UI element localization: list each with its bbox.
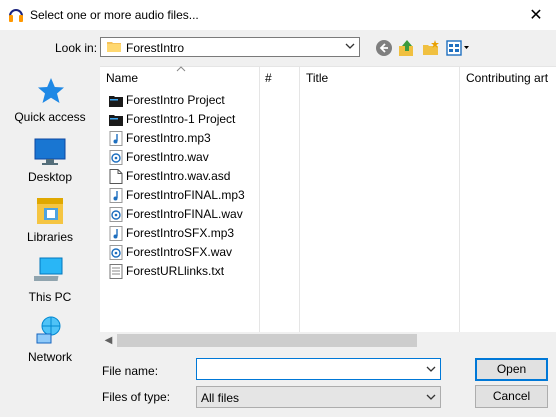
scrollbar-thumb[interactable]: [117, 334, 417, 347]
files-of-type-label: Files of type:: [102, 390, 171, 404]
file-name: ForestIntroFINAL.mp3: [126, 188, 245, 202]
place-label: Libraries: [26, 230, 74, 244]
audacity-app-icon: [9, 9, 23, 22]
text-file-icon: [109, 264, 123, 279]
list-item[interactable]: ForestIntro.mp3: [106, 129, 266, 148]
chevron-down-icon: [345, 43, 355, 49]
horizontal-scrollbar[interactable]: ◀: [100, 332, 556, 349]
chevron-down-icon[interactable]: [426, 364, 436, 374]
file-name: ForestURLlinks.txt: [126, 264, 225, 278]
place-label: Quick access: [14, 110, 86, 124]
column-header-name[interactable]: Name: [106, 71, 138, 85]
wav-file-icon: [109, 150, 123, 165]
place-this-pc[interactable]: This PC: [0, 254, 100, 306]
list-item[interactable]: ForestIntro.wav.asd: [106, 167, 266, 186]
place-quick-access[interactable]: Quick access: [0, 74, 100, 126]
place-label: Desktop: [27, 170, 73, 184]
list-item[interactable]: ForestURLlinks.txt: [106, 262, 266, 281]
sort-ascending-icon: [176, 66, 186, 72]
list-item[interactable]: ForestIntroSFX.wav: [106, 243, 266, 262]
computer-icon: [34, 257, 63, 281]
star-icon: [38, 78, 64, 103]
list-item[interactable]: ForestIntroFINAL.mp3: [106, 186, 266, 205]
network-icon: [36, 316, 61, 344]
mp3-file-icon: [109, 226, 123, 241]
place-label: Network: [27, 350, 72, 364]
wav-file-icon: [109, 207, 123, 222]
list-item[interactable]: ForestIntroFINAL.wav: [106, 205, 266, 224]
generic-file-icon: [109, 169, 123, 184]
look-in-label: Look in:: [55, 41, 98, 55]
places-bar: Quick access Desktop Libraries This PC N…: [0, 60, 100, 364]
column-header-contributing-artists[interactable]: Contributing art: [466, 71, 548, 85]
folder-dark-icon: [109, 115, 123, 126]
title-bar: Select one or more audio files... ✕: [0, 0, 556, 30]
scroll-left-icon[interactable]: ◀: [100, 332, 117, 349]
column-header-number[interactable]: #: [265, 71, 272, 85]
view-menu-icon[interactable]: [446, 39, 470, 57]
files-of-type-dropdown[interactable]: All files: [196, 386, 441, 408]
file-list[interactable]: Name # Title Contributing art ForestIntr…: [100, 66, 556, 333]
chevron-down-icon: [426, 394, 436, 400]
window-title: Select one or more audio files...: [30, 8, 199, 22]
file-name-input[interactable]: [196, 358, 441, 380]
file-name: ForestIntroFINAL.wav: [126, 207, 243, 221]
file-name: ForestIntroSFX.wav: [126, 245, 233, 259]
list-item[interactable]: ForestIntro-1 Project: [106, 110, 266, 129]
mp3-file-icon: [109, 188, 123, 203]
libraries-icon: [37, 198, 63, 224]
file-name-label: File name:: [102, 364, 159, 378]
folder-dark-icon: [109, 96, 123, 107]
files-of-type-value: All files: [201, 391, 240, 405]
close-button[interactable]: ✕: [518, 2, 554, 28]
file-name: ForestIntro-1 Project: [126, 112, 236, 126]
new-folder-icon[interactable]: [422, 39, 440, 57]
list-item[interactable]: ForestIntro.wav: [106, 148, 266, 167]
file-name: ForestIntro Project: [126, 93, 225, 107]
file-name: ForestIntro.mp3: [126, 131, 211, 145]
list-item[interactable]: ForestIntroSFX.mp3: [106, 224, 266, 243]
file-name: ForestIntroSFX.mp3: [126, 226, 235, 240]
file-name: ForestIntro.wav: [126, 150, 209, 164]
open-button[interactable]: Open: [475, 358, 548, 381]
mp3-file-icon: [109, 131, 123, 146]
up-folder-icon[interactable]: [398, 39, 416, 57]
desktop-icon: [34, 138, 66, 165]
place-libraries[interactable]: Libraries: [0, 194, 100, 246]
look-in-value: ForestIntro: [126, 41, 185, 55]
back-icon[interactable]: [375, 39, 393, 57]
column-header-title[interactable]: Title: [306, 71, 328, 85]
place-network[interactable]: Network: [0, 314, 100, 366]
close-icon: ✕: [529, 7, 543, 24]
folder-icon: [107, 42, 121, 52]
cancel-button[interactable]: Cancel: [475, 385, 548, 408]
place-label: This PC: [28, 290, 72, 304]
list-item[interactable]: ForestIntro Project: [106, 91, 266, 110]
place-desktop[interactable]: Desktop: [0, 134, 100, 186]
look-in-dropdown[interactable]: ForestIntro: [100, 37, 360, 57]
column-divider: [299, 67, 300, 333]
wav-file-icon: [109, 245, 123, 260]
column-divider: [459, 67, 460, 333]
file-name: ForestIntro.wav.asd: [126, 169, 231, 183]
